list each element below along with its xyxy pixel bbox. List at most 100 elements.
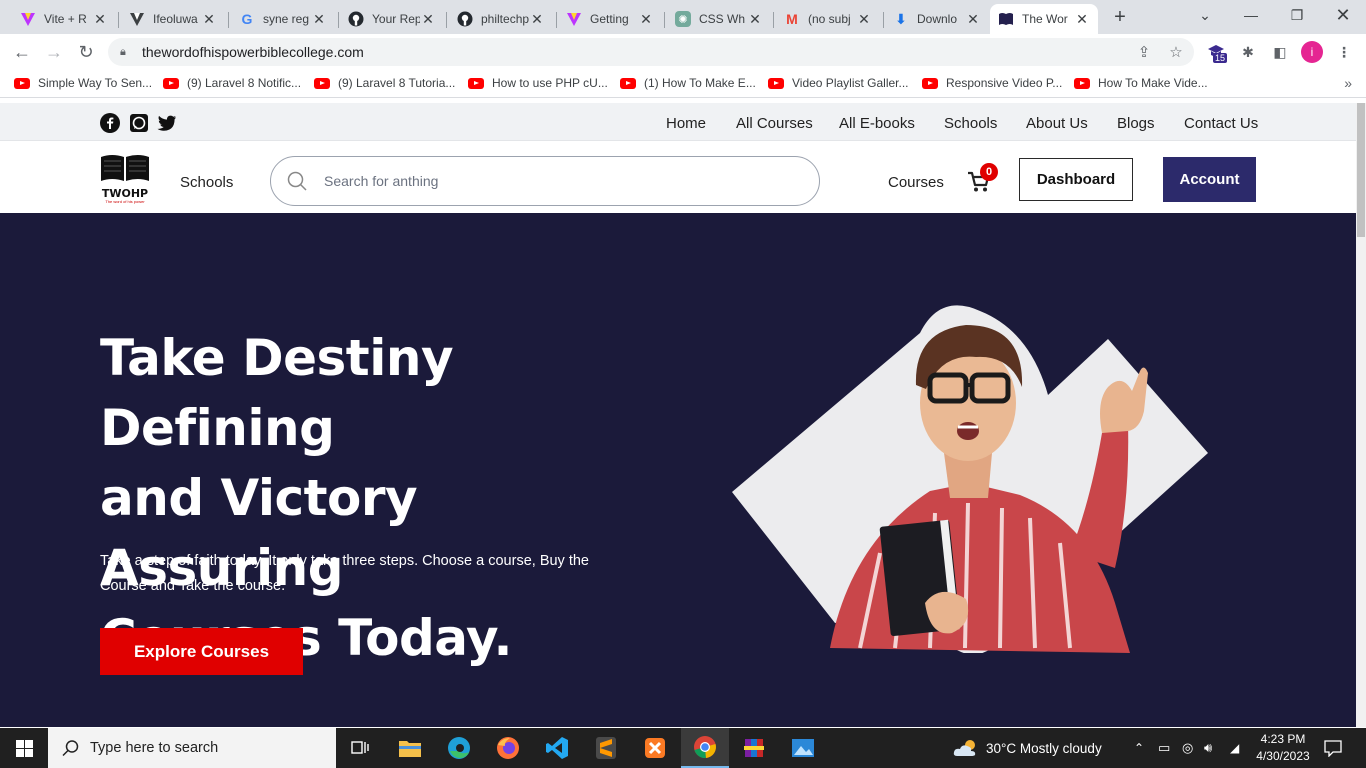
close-icon[interactable]: ✕	[201, 11, 217, 28]
close-icon[interactable]: ✕	[638, 11, 654, 28]
tab-0[interactable]: Vite + R ✕	[12, 4, 116, 34]
back-arrow-icon[interactable]: ←	[10, 40, 34, 64]
close-icon[interactable]: ✕	[965, 11, 981, 28]
volume-icon[interactable]: 🔊︎	[1204, 728, 1212, 768]
bookmark-item[interactable]: (1) How To Make E...	[620, 76, 756, 90]
bookmark-item[interactable]: Video Playlist Galler...	[768, 76, 909, 90]
extension-badge: 15	[1213, 53, 1228, 63]
tab-8[interactable]: ⬇ Downlo ✕	[885, 4, 989, 34]
tab-7[interactable]: M (no subj ✕	[776, 4, 880, 34]
tab-3[interactable]: Your Rep ✕	[340, 4, 444, 34]
file-explorer-icon[interactable]	[386, 728, 434, 768]
search-bar[interactable]	[270, 156, 820, 206]
logo-tagline: The word of his power	[105, 199, 145, 204]
taskbar-clock[interactable]: 4:23 PM 4/30/2023	[1248, 731, 1318, 765]
close-icon[interactable]: ✕	[420, 11, 436, 28]
tab-1[interactable]: Ifeoluwa ✕	[121, 4, 225, 34]
bookmark-item[interactable]: How To Make Vide...	[1074, 76, 1208, 90]
network-icon[interactable]: ◢	[1230, 728, 1239, 768]
bookmark-item[interactable]: How to use PHP cU...	[468, 76, 608, 90]
tab-9-active[interactable]: The Wor ✕	[990, 4, 1098, 34]
vite-icon	[566, 11, 582, 27]
puzzle-icon[interactable]: ✱	[1238, 42, 1258, 62]
close-icon[interactable]: ✕	[529, 11, 545, 28]
youtube-icon	[468, 77, 484, 89]
sublime-text-icon[interactable]	[582, 728, 630, 768]
reload-icon[interactable]: ↻	[74, 40, 98, 64]
show-hidden-icons-chevron-icon[interactable]: ⌃	[1134, 728, 1144, 768]
tab-title: Ifeoluwa	[153, 12, 198, 26]
nav-all-courses[interactable]: All Courses	[736, 115, 813, 132]
account-button[interactable]: Account	[1163, 157, 1256, 202]
minimize-button[interactable]: —	[1228, 0, 1274, 30]
windows-start-icon[interactable]	[0, 728, 48, 768]
twitter-icon[interactable]	[157, 113, 177, 133]
photos-icon[interactable]	[779, 728, 827, 768]
share-icon[interactable]: ⇪	[1130, 38, 1158, 66]
taskbar-search[interactable]: Type here to search	[48, 728, 336, 768]
new-tab-button[interactable]: +	[1108, 6, 1132, 30]
hero-text-line: Take a step of faith today. It only take…	[100, 553, 589, 569]
battery-icon[interactable]: ▭	[1158, 728, 1170, 768]
menu-icon[interactable]: ⋮	[1334, 42, 1354, 62]
youtube-icon	[314, 77, 330, 89]
nav-blogs[interactable]: Blogs	[1117, 115, 1155, 132]
nav-all-ebooks[interactable]: All E-books	[839, 115, 915, 132]
bookmark-item[interactable]: Responsive Video P...	[922, 76, 1062, 90]
notifications-icon[interactable]	[1324, 728, 1342, 768]
restore-button[interactable]: ❐	[1274, 0, 1320, 30]
nav-home[interactable]: Home	[666, 115, 706, 132]
xampp-icon[interactable]	[631, 728, 679, 768]
side-panel-icon[interactable]: ◧	[1270, 42, 1290, 62]
profile-avatar[interactable]: i	[1301, 41, 1323, 63]
tab-search-chevron-icon[interactable]: ⌄	[1182, 0, 1228, 30]
whatsapp-icon[interactable]	[129, 113, 149, 133]
facebook-icon[interactable]	[100, 113, 120, 133]
youtube-icon	[1074, 77, 1090, 89]
schools-link[interactable]: Schools	[180, 174, 233, 191]
tab-5[interactable]: Getting ✕	[558, 4, 662, 34]
nav-schools[interactable]: Schools	[944, 115, 997, 132]
url-text[interactable]: thewordofhispowerbiblecollege.com	[142, 44, 364, 60]
github-icon	[457, 11, 473, 27]
bookmark-star-icon[interactable]: ☆	[1162, 38, 1190, 66]
edge-browser-icon[interactable]	[435, 728, 483, 768]
nav-about-us[interactable]: About Us	[1026, 115, 1088, 132]
close-window-button[interactable]: ✕	[1320, 0, 1366, 30]
close-icon[interactable]: ✕	[856, 11, 872, 28]
winrar-icon[interactable]	[730, 728, 778, 768]
tab-4[interactable]: philtechp ✕	[449, 4, 553, 34]
forward-arrow-icon[interactable]: →	[42, 40, 66, 64]
address-bar[interactable]: 🔒︎ thewordofhispowerbiblecollege.com ⇪ ☆	[108, 38, 1194, 66]
nav-contact-us[interactable]: Contact Us	[1184, 115, 1258, 132]
lock-icon[interactable]: 🔒︎	[120, 46, 134, 59]
search-icon	[287, 171, 307, 191]
site-logo[interactable]: TWOHP The word of his power	[100, 153, 150, 204]
close-icon[interactable]: ✕	[1074, 11, 1090, 28]
youtube-icon	[922, 77, 938, 89]
bookmark-label: How To Make Vide...	[1098, 76, 1208, 90]
courses-link[interactable]: Courses	[888, 174, 944, 191]
tab-title: The Wor	[1022, 12, 1068, 26]
meet-now-icon[interactable]: ◎	[1182, 728, 1193, 768]
bookmark-item[interactable]: (9) Laravel 8 Tutoria...	[314, 76, 455, 90]
more-bookmarks-chevron-icon[interactable]: »	[1344, 75, 1352, 91]
dashboard-button[interactable]: Dashboard	[1019, 158, 1133, 201]
bookmark-item[interactable]: Simple Way To Sen...	[14, 76, 152, 90]
page-scrollbar[interactable]	[1356, 103, 1366, 727]
scrollbar-thumb[interactable]	[1357, 103, 1365, 237]
explore-courses-button[interactable]: Explore Courses	[100, 628, 303, 675]
search-input[interactable]	[324, 173, 794, 189]
close-icon[interactable]: ✕	[747, 11, 763, 28]
vscode-icon[interactable]	[533, 728, 581, 768]
close-icon[interactable]: ✕	[92, 11, 108, 28]
tab-2[interactable]: G syne reg ✕	[231, 4, 335, 34]
close-icon[interactable]: ✕	[311, 11, 327, 28]
book-icon	[998, 11, 1014, 27]
tab-6[interactable]: ✺ CSS Wh ✕	[667, 4, 771, 34]
weather-widget[interactable]: 30°C Mostly cloudy	[953, 728, 1102, 768]
task-view-icon[interactable]	[336, 728, 384, 768]
bookmark-item[interactable]: (9) Laravel 8 Notific...	[163, 76, 301, 90]
chrome-icon[interactable]	[681, 728, 729, 768]
firefox-icon[interactable]	[484, 728, 532, 768]
